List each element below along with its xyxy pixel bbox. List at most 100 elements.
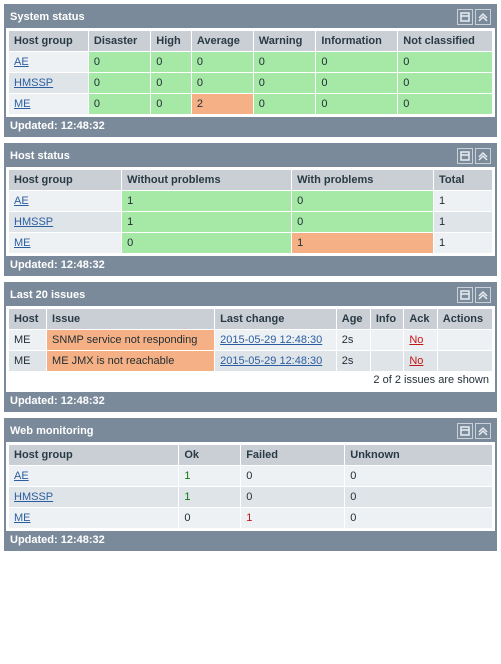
widget-header: System status (6, 6, 495, 28)
widget-controls (457, 287, 491, 303)
column-header: Not classified (398, 31, 492, 51)
cell: ME (9, 351, 46, 371)
cell: ME (9, 233, 121, 253)
collapse-icon[interactable] (475, 287, 491, 303)
widget-body: Host groupOkFailedUnknown AE100HMSSP100M… (6, 442, 495, 531)
link[interactable]: 2015-05-29 12:48:30 (220, 355, 322, 367)
widget-controls (457, 423, 491, 439)
widget-footer: Updated: 12:48:32 (6, 531, 495, 549)
link[interactable]: HMSSP (14, 491, 53, 503)
cell (438, 330, 492, 350)
widget-body: HostIssueLast changeAgeInfoAckActions ME… (6, 306, 495, 392)
column-header: Failed (241, 445, 344, 465)
column-header: Without problems (122, 170, 291, 190)
menu-icon[interactable] (457, 287, 473, 303)
link[interactable]: AE (14, 56, 29, 68)
column-header: Host group (9, 31, 88, 51)
cell: 0 (316, 73, 397, 93)
table-row: ME002000 (9, 94, 492, 114)
link[interactable]: HMSSP (14, 216, 53, 228)
cell: 0 (254, 73, 316, 93)
cell (438, 351, 492, 371)
column-header: Last change (215, 309, 336, 329)
host-status-table: Host groupWithout problemsWith problemsT… (8, 169, 493, 254)
cell: HMSSP (9, 73, 88, 93)
widget-footer: Updated: 12:48:32 (6, 256, 495, 274)
cell: 0 (345, 487, 492, 507)
table-row: MEME JMX is not reachable 2015-05-29 12:4… (9, 351, 492, 371)
column-header: Ack (404, 309, 436, 329)
cell: 0 (345, 466, 492, 486)
link[interactable]: AE (14, 195, 29, 207)
cell: 0 (345, 508, 492, 528)
link[interactable]: HMSSP (14, 77, 53, 89)
last-issues-table: HostIssueLast changeAgeInfoAckActions ME… (8, 308, 493, 372)
link[interactable]: ME (14, 512, 31, 524)
column-header: Actions (438, 309, 492, 329)
cell: 0 (122, 233, 291, 253)
collapse-icon[interactable] (475, 148, 491, 164)
widget-title: Last 20 issues (10, 289, 457, 301)
widget-system-status: System status Host groupDisasterHighAver… (4, 4, 497, 137)
column-header: Host group (9, 445, 178, 465)
cell: HMSSP (9, 212, 121, 232)
menu-icon[interactable] (457, 9, 473, 25)
cell: No (404, 330, 436, 350)
cell: 0 (398, 73, 492, 93)
cell: ME (9, 94, 88, 114)
collapse-icon[interactable] (475, 9, 491, 25)
menu-icon[interactable] (457, 423, 473, 439)
link[interactable]: AE (14, 470, 29, 482)
widget-title: Host status (10, 150, 457, 162)
table-row: AE100 (9, 466, 492, 486)
column-header: Average (192, 31, 253, 51)
cell: 0 (292, 212, 433, 232)
link[interactable]: No (409, 334, 423, 346)
system-status-table: Host groupDisasterHighAverageWarningInfo… (8, 30, 493, 115)
cell: 1 (292, 233, 433, 253)
table-row: HMSSP101 (9, 212, 492, 232)
cell: 0 (89, 52, 150, 72)
cell: 1 (179, 487, 240, 507)
menu-icon[interactable] (457, 148, 473, 164)
widget-body: Host groupDisasterHighAverageWarningInfo… (6, 28, 495, 117)
cell (371, 351, 403, 371)
column-header: Age (337, 309, 370, 329)
table-row: ME011 (9, 233, 492, 253)
cell: No (404, 351, 436, 371)
cell: HMSSP (9, 487, 178, 507)
cell: 2s (337, 351, 370, 371)
issues-count-note: 2 of 2 issues are shown (8, 372, 493, 390)
cell: 1 (122, 191, 291, 211)
column-header: Disaster (89, 31, 150, 51)
widget-footer: Updated: 12:48:32 (6, 117, 495, 135)
cell: 0 (254, 94, 316, 114)
table-row: HMSSP100 (9, 487, 492, 507)
column-header: Info (371, 309, 403, 329)
cell: 0 (254, 52, 316, 72)
link[interactable]: 2015-05-29 12:48:30 (220, 334, 322, 346)
cell: 2 (192, 94, 253, 114)
collapse-icon[interactable] (475, 423, 491, 439)
link[interactable]: ME (14, 98, 31, 110)
cell: 2015-05-29 12:48:30 (215, 330, 336, 350)
link[interactable]: No (409, 355, 423, 367)
column-header: Warning (254, 31, 316, 51)
cell: 2s (337, 330, 370, 350)
link[interactable]: ME (14, 237, 31, 249)
widget-title: System status (10, 11, 457, 23)
cell: 0 (192, 73, 253, 93)
cell: 1 (434, 191, 492, 211)
web-monitoring-table: Host groupOkFailedUnknown AE100HMSSP100M… (8, 444, 493, 529)
widget-web-monitoring: Web monitoring Host groupOkFailedUnknown… (4, 418, 497, 551)
table-row: MESNMP service not responding2015-05-29 … (9, 330, 492, 350)
cell: 0 (151, 73, 191, 93)
cell: 0 (398, 52, 492, 72)
cell: SNMP service not responding (47, 330, 214, 350)
widget-last-issues: Last 20 issues HostIssueLast changeAgeIn… (4, 282, 497, 412)
column-header: Unknown (345, 445, 492, 465)
column-header: Host group (9, 170, 121, 190)
cell: ME JMX is not reachable (47, 351, 214, 371)
column-header: With problems (292, 170, 433, 190)
widget-host-status: Host status Host groupWithout problemsWi… (4, 143, 497, 276)
